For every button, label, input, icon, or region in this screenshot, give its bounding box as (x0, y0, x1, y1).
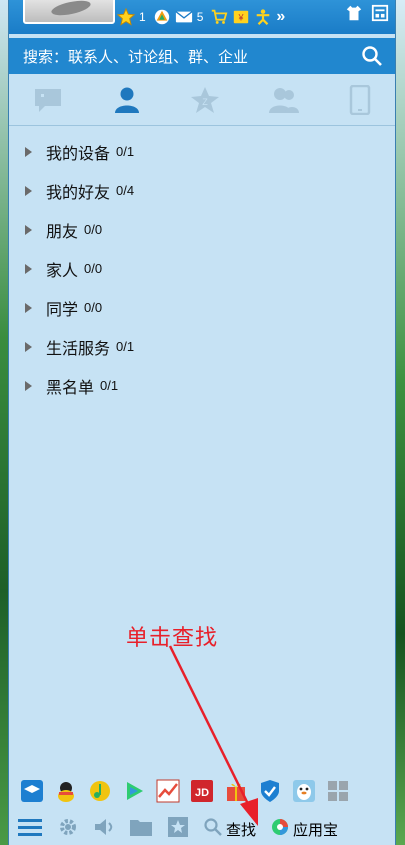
annotation-arrow (168, 645, 258, 826)
